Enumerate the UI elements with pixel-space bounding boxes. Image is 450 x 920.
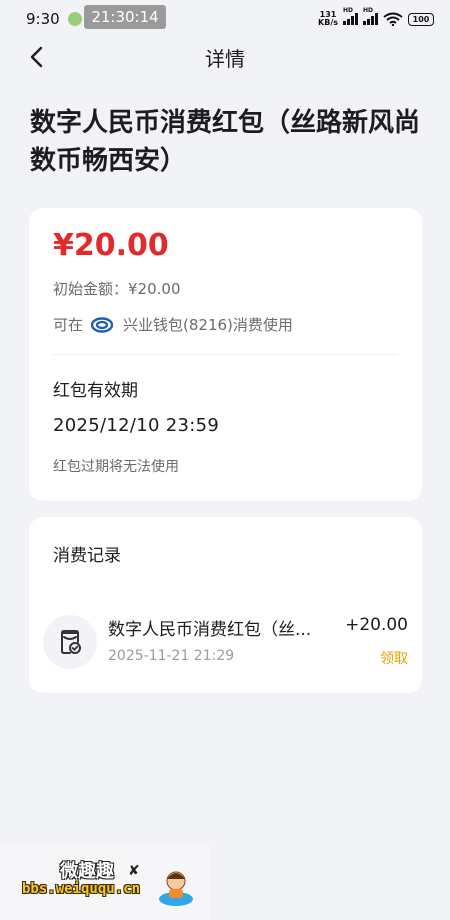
validity-date: 2025/12/10 23:59 — [53, 415, 220, 436]
battery-icon: 100 — [408, 12, 434, 26]
wallet-text: 兴业钱包(8216)消费使用 — [123, 316, 293, 334]
signal-icon: HD — [343, 7, 358, 25]
red-packet-amount: ¥20.00 — [53, 228, 169, 263]
watermark-logo-icon — [159, 871, 193, 906]
watermark-mark: ✘ — [128, 863, 140, 879]
validity-note: 红包过期将无法使用 — [53, 459, 179, 475]
list-item[interactable]: 数字人民币消费红包（丝... +20.00 2025-11-21 21:29 领… — [43, 609, 408, 669]
status-time: 9:30 — [26, 10, 60, 28]
usable-wallet: 可在 兴业钱包(8216)消费使用 — [53, 314, 293, 335]
validity-label: 红包有效期 — [53, 381, 138, 401]
red-packet-card: ¥20.00 初始金额：¥20.00 可在 兴业钱包(8216)消费使用 红包有… — [29, 208, 422, 501]
network-speed-unit: KB/s — [318, 18, 338, 27]
records-title: 消费记录 — [53, 546, 121, 566]
screen-record-time: 21:30:14 — [84, 5, 166, 29]
page-title: 数字人民币消费红包（丝路新风尚 数币畅西安） — [30, 108, 421, 176]
record-icon-container — [43, 615, 97, 669]
battery-level: 100 — [412, 14, 430, 24]
divider — [53, 354, 398, 355]
record-time: 2025-11-21 21:29 — [108, 648, 235, 664]
red-packet-check-icon — [61, 630, 81, 654]
consumption-records-card: 消费记录 数字人民币消费红包（丝... +20.00 2025-11-21 21… — [29, 517, 422, 693]
usable-prefix: 可在 — [53, 316, 84, 334]
watermark: 微趣趣 ✘ bbs.weiququ.cn — [0, 843, 210, 920]
record-amount: +20.00 — [345, 615, 408, 635]
wifi-icon — [383, 12, 403, 26]
nav-title: 详情 — [205, 47, 245, 71]
industrial-bank-logo-icon — [91, 316, 114, 333]
initial-amount: 初始金额：¥20.00 — [53, 280, 181, 298]
network-speed: 131 KB/s — [318, 11, 338, 27]
signal-icon-2: HD — [363, 7, 378, 25]
record-name: 数字人民币消费红包（丝... — [108, 620, 312, 640]
wechat-notification-icon — [67, 12, 82, 26]
watermark-cn-text: 微趣趣 — [60, 861, 114, 882]
watermark-url: bbs.weiququ.cn — [22, 881, 141, 897]
nav-bar: 详情 — [0, 38, 450, 76]
status-bar: 9:30 •• 131 KB/s HD HD 100 — [0, 0, 450, 38]
record-status: 领取 — [380, 651, 408, 667]
